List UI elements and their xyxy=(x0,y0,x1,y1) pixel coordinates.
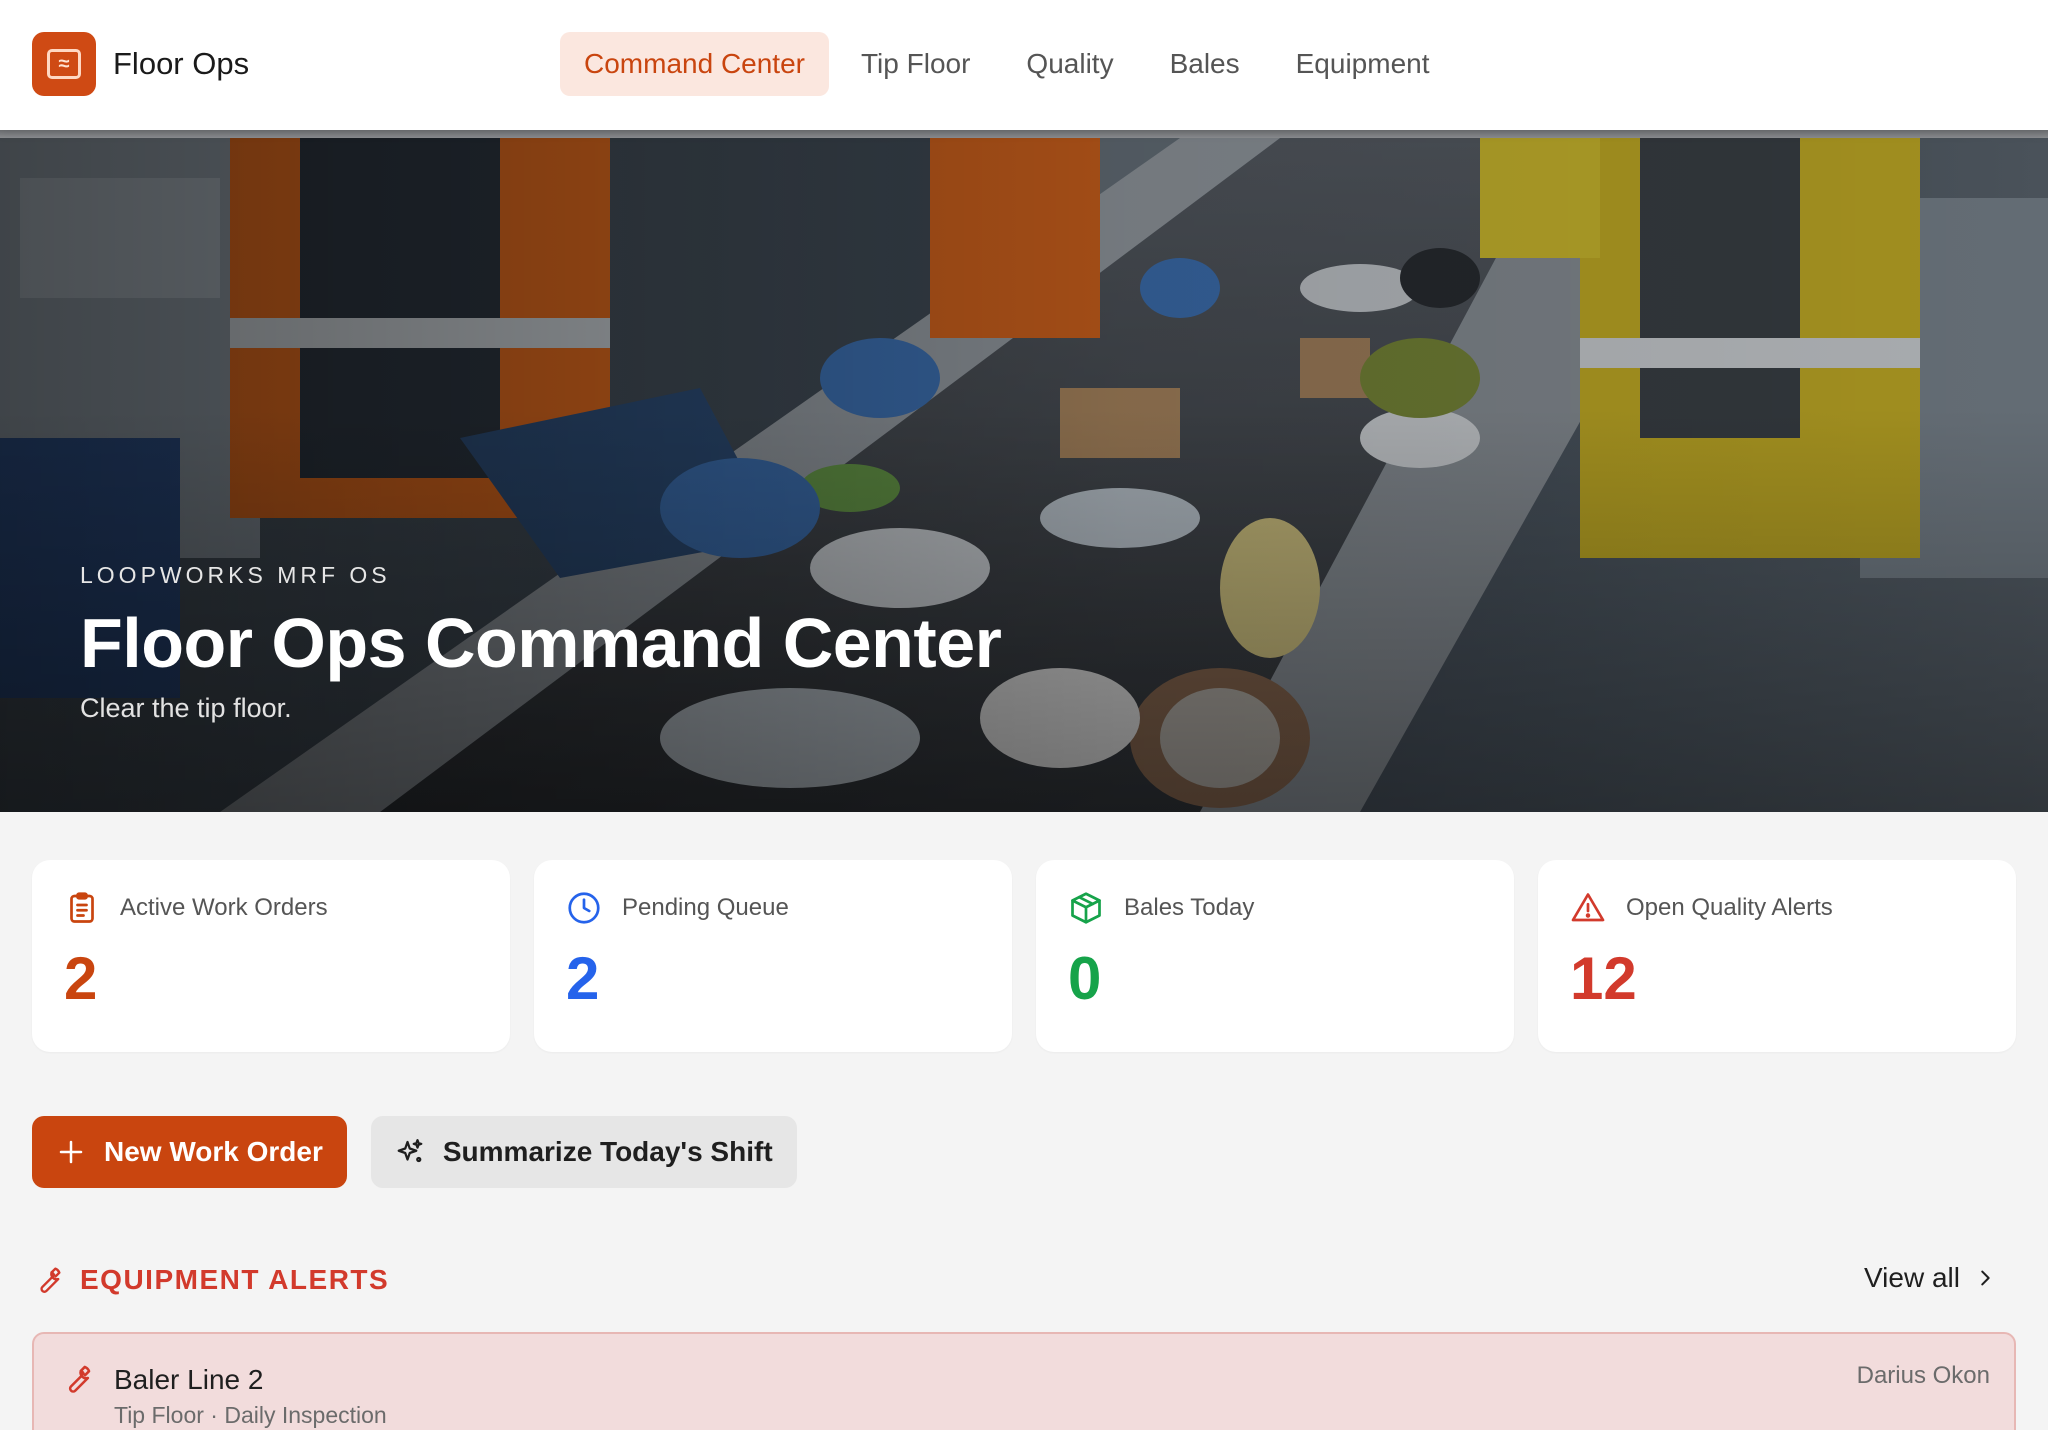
brand-logo-icon: ≈ xyxy=(32,32,96,96)
action-buttons: New Work Order Summarize Today's Shift xyxy=(32,1116,797,1188)
clock-icon xyxy=(568,892,600,924)
hero-banner: LOOPWORKS MRF OS Floor Ops Command Cente… xyxy=(0,138,2048,812)
plus-icon xyxy=(59,1140,83,1164)
view-all-link[interactable]: View all xyxy=(1864,1262,1996,1294)
main-nav: Command Center Tip Floor Quality Bales E… xyxy=(560,32,1462,96)
stat-card-bales-today[interactable]: Bales Today 0 xyxy=(1036,860,1514,1052)
summarize-shift-label: Summarize Today's Shift xyxy=(442,1136,773,1167)
nav-tab-command-center[interactable]: Command Center xyxy=(560,32,829,96)
stat-value: 12 xyxy=(1570,945,1637,1012)
hero-subtitle: Clear the tip floor. xyxy=(80,693,292,723)
equipment-alerts-header: EQUIPMENT ALERTS View all xyxy=(32,1258,2016,1302)
alert-title: Baler Line 2 xyxy=(114,1364,264,1395)
brand[interactable]: ≈ Floor Ops xyxy=(32,32,249,96)
nav-divider xyxy=(0,130,2048,138)
nav-tab-equipment[interactable]: Equipment xyxy=(1272,32,1454,96)
new-work-order-button[interactable]: New Work Order xyxy=(32,1116,347,1188)
new-work-order-label: New Work Order xyxy=(104,1136,323,1167)
wrench-icon xyxy=(40,1267,61,1293)
stat-value: 2 xyxy=(566,945,600,1012)
stat-card-pending-queue[interactable]: Pending Queue 2 xyxy=(534,860,1012,1052)
stat-label: Pending Queue xyxy=(622,894,789,921)
hero-eyebrow: LOOPWORKS MRF OS xyxy=(80,562,391,588)
nav-tab-tip-floor[interactable]: Tip Floor xyxy=(837,32,994,96)
equipment-alerts-label: EQUIPMENT ALERTS xyxy=(80,1264,390,1295)
top-navigation-bar: ≈ Floor Ops Command Center Tip Floor Qua… xyxy=(0,0,2048,130)
warning-icon xyxy=(1571,893,1605,922)
stat-cards: Active Work Orders 2 Pending Queue 2 Bal… xyxy=(32,860,2016,1052)
hero-text: LOOPWORKS MRF OS Floor Ops Command Cente… xyxy=(80,562,1002,724)
stat-card-open-quality-alerts[interactable]: Open Quality Alerts 12 xyxy=(1538,860,2016,1052)
chevron-right-icon xyxy=(1981,1270,1990,1286)
nav-tab-bales[interactable]: Bales xyxy=(1146,32,1264,96)
clipboard-icon xyxy=(70,892,94,923)
brand-name: Floor Ops xyxy=(113,46,250,81)
box-icon xyxy=(1071,892,1101,924)
stat-label: Open Quality Alerts xyxy=(1626,894,1833,921)
stat-value: 2 xyxy=(64,945,98,1012)
alert-subtitle: Tip Floor · Daily Inspection xyxy=(114,1402,387,1428)
view-all-label: View all xyxy=(1864,1262,1960,1293)
stat-card-active-work-orders[interactable]: Active Work Orders 2 xyxy=(32,860,510,1052)
stat-value: 0 xyxy=(1068,945,1102,1012)
sparkles-icon xyxy=(397,1139,423,1163)
stat-label: Active Work Orders xyxy=(120,894,328,921)
equipment-alert-item[interactable]: Baler Line 2 Tip Floor · Daily Inspectio… xyxy=(32,1332,2016,1430)
wrench-icon xyxy=(68,1365,91,1393)
equipment-alerts-title: EQUIPMENT ALERTS xyxy=(32,1264,389,1296)
nav-tab-quality[interactable]: Quality xyxy=(1002,32,1137,96)
summarize-shift-button[interactable]: Summarize Today's Shift xyxy=(370,1116,797,1188)
stat-label: Bales Today xyxy=(1124,894,1255,921)
page-title: Floor Ops Command Center xyxy=(80,604,1002,682)
alert-owner: Darius Okon xyxy=(1856,1362,1990,1389)
